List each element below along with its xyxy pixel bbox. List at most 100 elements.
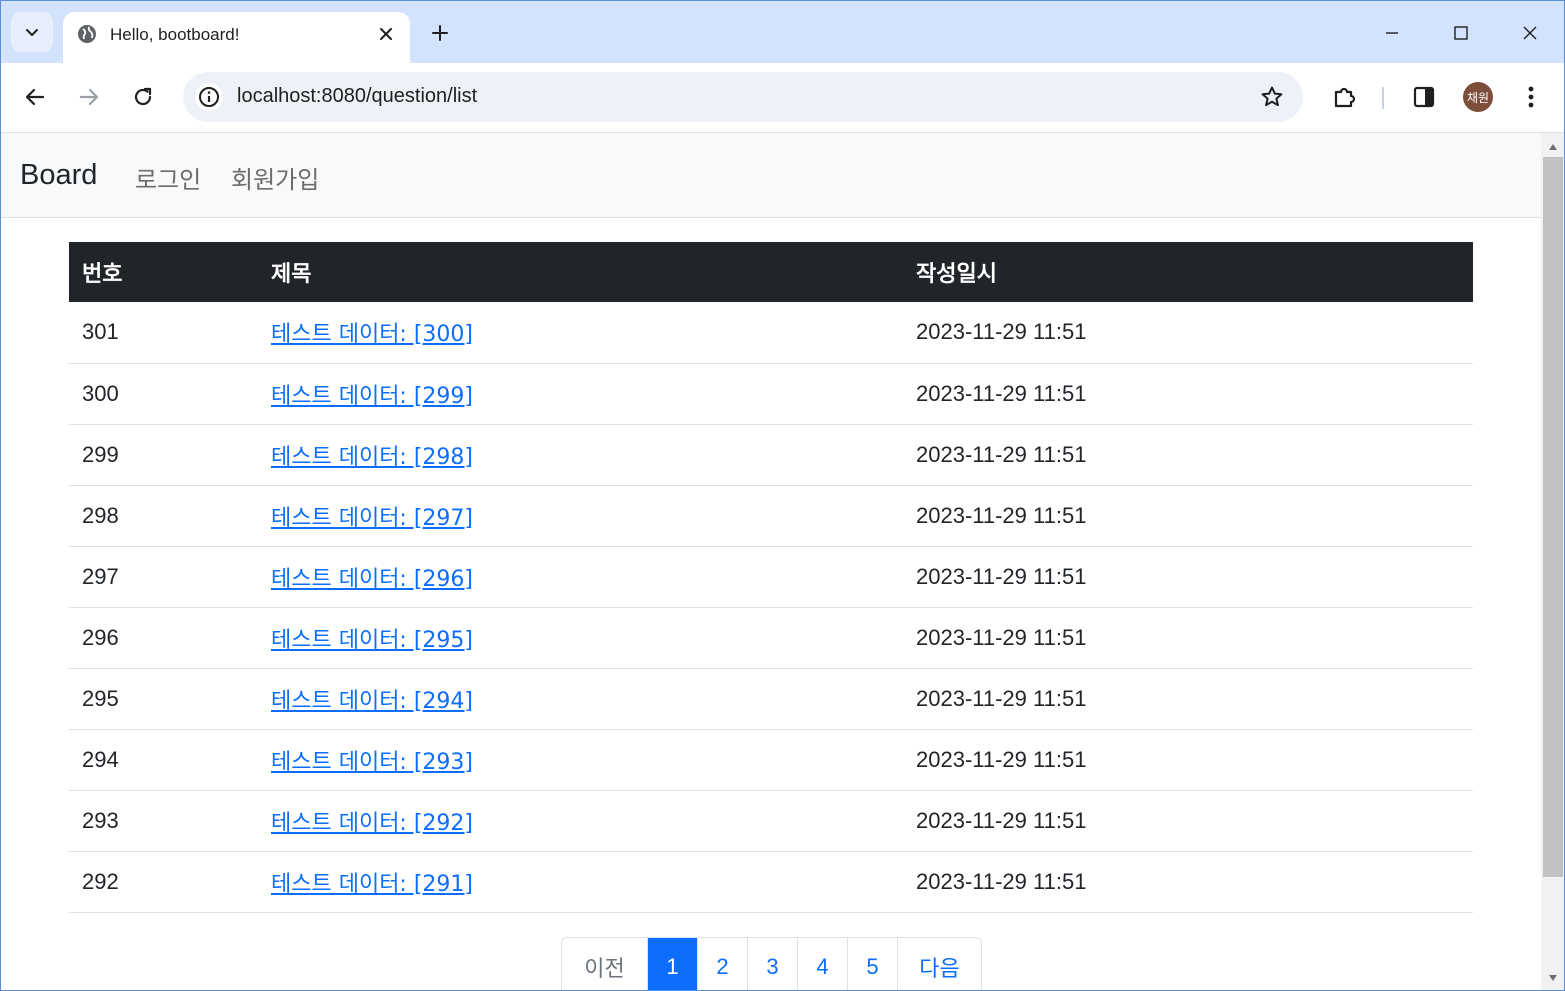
table-row: 297 테스트 데이터: [296] 2023-11-29 11:51: [69, 546, 1473, 608]
tab-title: Hello, bootboard!: [110, 25, 240, 44]
profile-avatar[interactable]: 채원: [1463, 82, 1493, 112]
row-date: 2023-11-29 11:51: [903, 546, 1473, 608]
row-number: 298: [69, 485, 258, 547]
back-button[interactable]: [15, 77, 55, 117]
pagination: 이전 1 2 3 4 5 다음: [561, 937, 982, 990]
tab-close-button[interactable]: [376, 24, 396, 44]
menu-button[interactable]: [1513, 79, 1549, 115]
page-link-5[interactable]: 5: [847, 938, 897, 990]
extensions-button[interactable]: [1327, 79, 1363, 115]
browser-toolbar: localhost:8080/question/list: [1, 63, 1564, 133]
question-link[interactable]: 테스트 데이터: [298]: [271, 445, 473, 470]
page-link-3[interactable]: 3: [747, 938, 797, 990]
brand-link[interactable]: Board: [20, 159, 97, 192]
row-number: 301: [69, 302, 258, 364]
row-subject-cell: 테스트 데이터: [300]: [258, 302, 903, 364]
question-link[interactable]: 테스트 데이터: [296]: [271, 567, 473, 592]
question-table: 번호 제목 작성일시 301 테스트 데이터: [300] 2023-11-29 1…: [69, 242, 1473, 913]
row-subject-cell: 테스트 데이터: [296]: [258, 546, 903, 608]
info-icon: [199, 87, 219, 107]
header-date: 작성일시: [903, 242, 1473, 302]
table-row: 294 테스트 데이터: [293] 2023-11-29 11:51: [69, 729, 1473, 791]
scroll-down-button[interactable]: [1541, 970, 1564, 986]
reload-button[interactable]: [123, 77, 163, 117]
question-link[interactable]: 테스트 데이터: [295]: [271, 628, 473, 653]
close-icon: [1523, 26, 1537, 40]
arrow-right-icon: [79, 88, 99, 106]
browser-window: Hello, bootboard! localhost:8080/questio…: [0, 0, 1565, 991]
table-row: 300 테스트 데이터: [299] 2023-11-29 11:51: [69, 363, 1473, 425]
kebab-menu-icon: [1528, 86, 1534, 108]
row-number: 296: [69, 607, 258, 669]
pagination-next[interactable]: 다음: [897, 938, 981, 990]
maximize-button[interactable]: [1443, 15, 1479, 51]
globe-icon: [78, 25, 96, 43]
page-link-4[interactable]: 4: [797, 938, 847, 990]
row-number: 299: [69, 424, 258, 486]
chevron-down-icon: [26, 29, 38, 36]
table-body: 301 테스트 데이터: [300] 2023-11-29 11:51 300 테스트 …: [69, 302, 1473, 913]
row-number: 300: [69, 363, 258, 425]
scroll-up-button[interactable]: [1541, 139, 1564, 155]
forward-button[interactable]: [69, 77, 109, 117]
page-link-2[interactable]: 2: [697, 938, 747, 990]
url-text[interactable]: localhost:8080/question/list: [237, 85, 477, 108]
table-row: 296 테스트 데이터: [295] 2023-11-29 11:51: [69, 607, 1473, 669]
puzzle-icon: [1334, 87, 1356, 108]
side-panel-icon: [1413, 86, 1435, 108]
row-date: 2023-11-29 11:51: [903, 363, 1473, 425]
row-subject-cell: 테스트 데이터: [298]: [258, 424, 903, 486]
maximize-icon: [1454, 26, 1468, 40]
triangle-down-icon: [1549, 975, 1557, 981]
question-link[interactable]: 테스트 데이터: [299]: [271, 384, 473, 409]
tab-strip: Hello, bootboard!: [1, 1, 1564, 63]
table-row: 292 테스트 데이터: [291] 2023-11-29 11:51: [69, 851, 1473, 913]
header-subject: 제목: [258, 242, 903, 302]
row-subject-cell: 테스트 데이터: [294]: [258, 668, 903, 730]
question-link[interactable]: 테스트 데이터: [292]: [271, 811, 473, 836]
avatar-initials: 채원: [1466, 90, 1490, 105]
page-scrollbar[interactable]: [1541, 133, 1564, 990]
arrow-left-icon: [25, 88, 45, 106]
row-date: 2023-11-29 11:51: [903, 302, 1473, 364]
table-row: 295 테스트 데이터: [294] 2023-11-29 11:51: [69, 668, 1473, 730]
new-tab-button[interactable]: [425, 18, 455, 48]
question-link[interactable]: 테스트 데이터: [294]: [271, 689, 473, 714]
question-link[interactable]: 테스트 데이터: [297]: [271, 506, 473, 531]
minimize-icon: [1386, 32, 1398, 34]
tab-search-button[interactable]: [11, 12, 53, 52]
address-bar[interactable]: localhost:8080/question/list: [183, 72, 1303, 122]
close-window-button[interactable]: [1512, 15, 1548, 51]
login-link[interactable]: 로그인: [135, 160, 201, 195]
minimize-button[interactable]: [1374, 15, 1410, 51]
question-link[interactable]: 테스트 데이터: [291]: [271, 872, 473, 897]
row-number: 293: [69, 790, 258, 852]
scroll-thumb[interactable]: [1543, 157, 1563, 877]
row-subject-cell: 테스트 데이터: [297]: [258, 485, 903, 547]
side-panel-button[interactable]: [1406, 79, 1442, 115]
reload-icon: [134, 87, 152, 106]
row-date: 2023-11-29 11:51: [903, 485, 1473, 547]
row-subject-cell: 테스트 데이터: [293]: [258, 729, 903, 791]
page-link-1[interactable]: 1: [647, 938, 697, 990]
row-number: 295: [69, 668, 258, 730]
bookmark-button[interactable]: [1259, 84, 1285, 110]
table-row: 298 테스트 데이터: [297] 2023-11-29 11:51: [69, 485, 1473, 547]
row-number: 292: [69, 851, 258, 913]
question-link[interactable]: 테스트 데이터: [300]: [271, 322, 473, 347]
active-tab[interactable]: Hello, bootboard!: [63, 12, 410, 63]
table-row: 299 테스트 데이터: [298] 2023-11-29 11:51: [69, 424, 1473, 486]
triangle-up-icon: [1549, 144, 1557, 150]
signup-link[interactable]: 회원가입: [231, 160, 319, 195]
row-date: 2023-11-29 11:51: [903, 790, 1473, 852]
row-date: 2023-11-29 11:51: [903, 851, 1473, 913]
table-row: 301 테스트 데이터: [300] 2023-11-29 11:51: [69, 302, 1473, 364]
row-subject-cell: 테스트 데이터: [292]: [258, 790, 903, 852]
site-navbar: Board 로그인 회원가입: [1, 133, 1541, 218]
site-info-button[interactable]: [195, 83, 223, 111]
star-icon: [1261, 86, 1283, 107]
question-link[interactable]: 테스트 데이터: [293]: [271, 750, 473, 775]
table-row: 293 테스트 데이터: [292] 2023-11-29 11:51: [69, 790, 1473, 852]
row-date: 2023-11-29 11:51: [903, 668, 1473, 730]
pagination-prev[interactable]: 이전: [562, 938, 647, 990]
